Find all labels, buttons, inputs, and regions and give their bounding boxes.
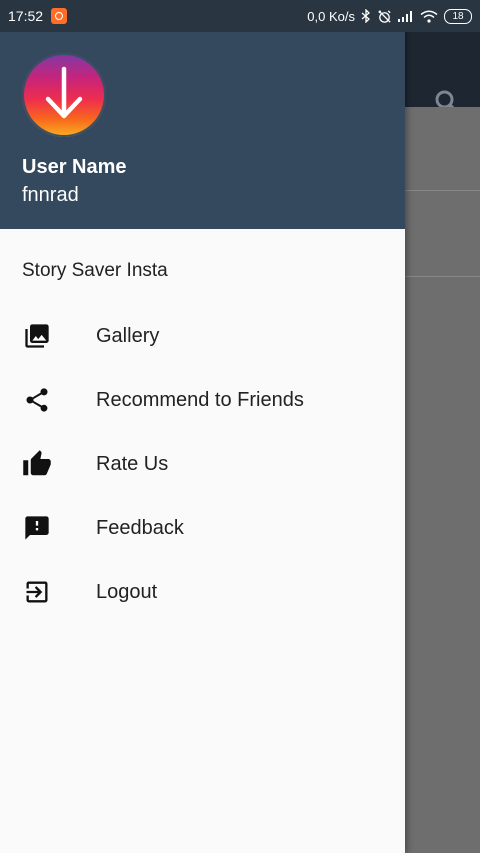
share-icon bbox=[22, 385, 52, 415]
section-title: Story Saver Insta bbox=[22, 260, 168, 281]
battery-level: 18 bbox=[452, 10, 464, 22]
avatar[interactable] bbox=[22, 53, 106, 137]
logout-icon bbox=[22, 577, 52, 607]
menu-item-rate-us[interactable]: Rate Us bbox=[0, 432, 405, 496]
bluetooth-icon bbox=[361, 9, 370, 23]
download-arrow-icon bbox=[45, 66, 83, 119]
feedback-icon bbox=[22, 513, 52, 543]
user-name-label: User Name bbox=[22, 156, 127, 178]
thumb-up-icon bbox=[22, 449, 52, 479]
battery-icon: 18 bbox=[444, 8, 472, 24]
menu-label-feedback: Feedback bbox=[96, 516, 184, 539]
status-bar: 17:52 0,0 Ko/s 18 bbox=[0, 0, 480, 32]
app-notification-icon bbox=[51, 8, 68, 24]
background-divider bbox=[405, 190, 480, 191]
username: fnnrad bbox=[22, 184, 79, 206]
status-time: 17:52 bbox=[8, 8, 44, 24]
gallery-icon bbox=[22, 321, 52, 351]
menu-item-logout[interactable]: Logout bbox=[0, 560, 405, 624]
menu-item-recommend[interactable]: Recommend to Friends bbox=[0, 368, 405, 432]
menu-item-gallery[interactable]: Gallery bbox=[0, 304, 405, 368]
no-alarm-icon bbox=[378, 9, 391, 23]
network-speed: 0,0 Ko/s bbox=[307, 8, 355, 24]
wifi-icon bbox=[420, 10, 438, 23]
signal-icon bbox=[398, 11, 412, 22]
background-divider bbox=[405, 276, 480, 277]
menu-label-rate-us: Rate Us bbox=[96, 452, 169, 475]
menu-label-logout: Logout bbox=[96, 580, 158, 603]
drawer-header: User Name fnnrad bbox=[0, 32, 405, 229]
navigation-drawer: User Name fnnrad Story Saver Insta Galle… bbox=[0, 0, 405, 853]
menu-item-feedback[interactable]: Feedback bbox=[0, 496, 405, 560]
menu-label-gallery: Gallery bbox=[96, 324, 160, 347]
menu-label-recommend: Recommend to Friends bbox=[96, 388, 304, 411]
